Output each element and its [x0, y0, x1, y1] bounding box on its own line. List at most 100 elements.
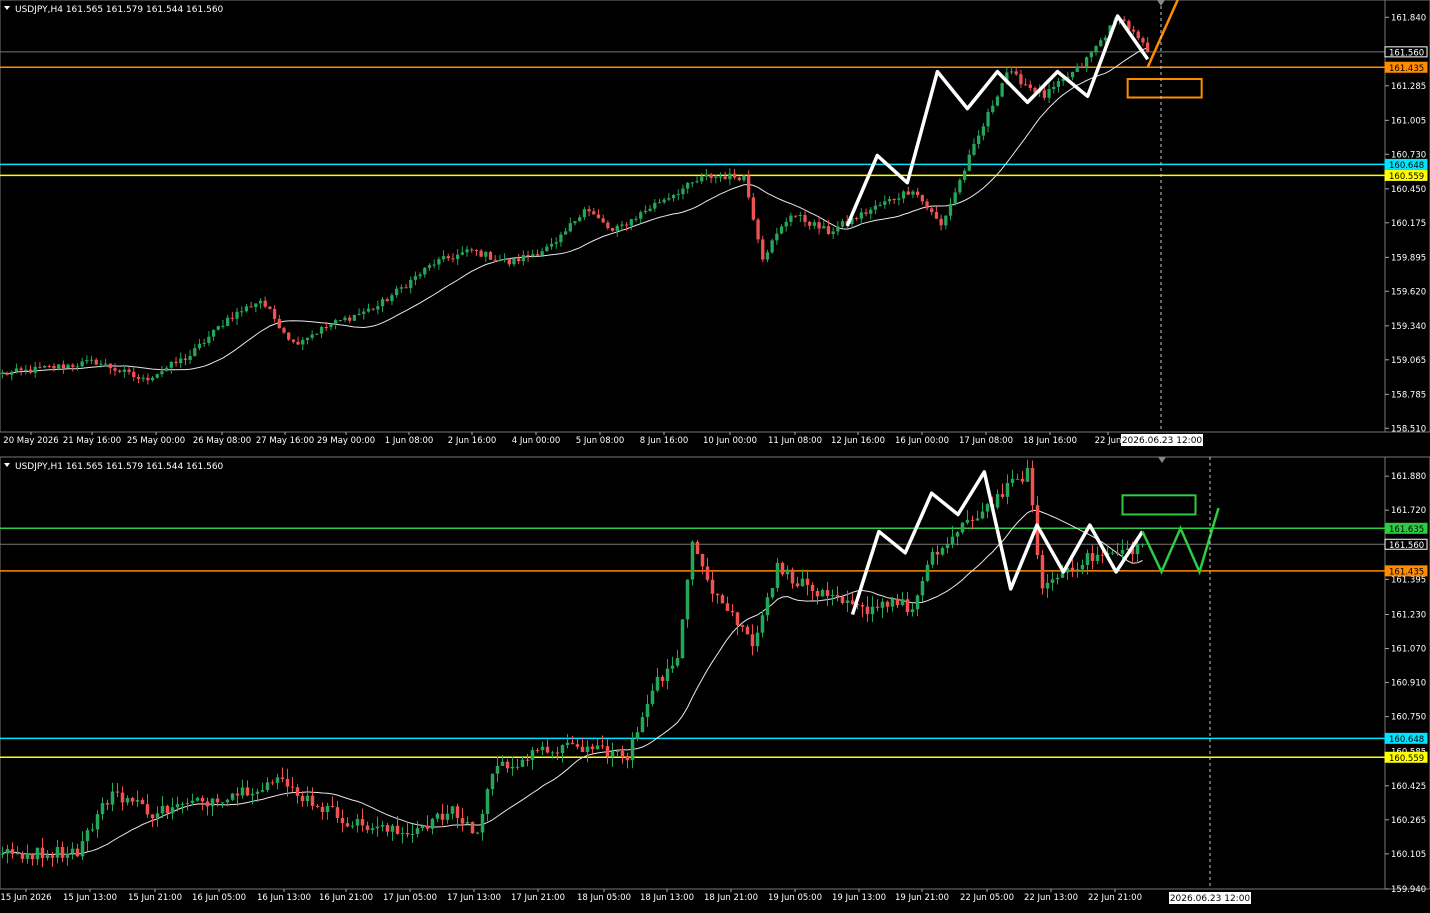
h1-candle-body: [1050, 579, 1055, 583]
h4-candle-body: [1136, 31, 1140, 39]
h1-candle-body: [350, 825, 355, 827]
h1-candle-body: [70, 848, 75, 854]
h4-candle-body: [24, 369, 28, 371]
h1-panel[interactable]: 161.880161.720161.395161.230161.070160.9…: [0, 456, 1430, 904]
h4-candle-body: [28, 369, 33, 373]
h4-candle-body: [671, 195, 676, 199]
h4-candle-body: [338, 320, 342, 322]
h1-candle-body: [260, 790, 265, 792]
h1-candle-body: [935, 552, 940, 555]
h4-candle-body: [19, 368, 23, 371]
h4-candle-body: [540, 251, 544, 256]
h1-candle-body: [300, 795, 305, 802]
h4-candle-body: [610, 228, 615, 231]
h4-tick-label: 159.620: [1391, 287, 1426, 297]
h4-candle-body: [456, 254, 460, 260]
h1-candle-body: [1140, 544, 1145, 546]
h4-candle-body: [526, 255, 530, 257]
h4-candle-body: [183, 358, 188, 360]
h1-candle-body: [245, 787, 250, 796]
h1-candle-body: [675, 658, 680, 666]
h1-time-label: 18 Jun 05:00: [577, 893, 631, 903]
h4-candle-body: [394, 288, 399, 296]
h4-candle-body: [282, 328, 286, 333]
h4-candle-body: [981, 126, 986, 136]
h4-panel[interactable]: 161.840 161.285 161.005 160.730 160.450 160.1…: [0, 0, 1430, 446]
h1-candle-body: [815, 591, 820, 597]
h4-candle-body: [601, 218, 605, 223]
h4-candle-body: [911, 191, 915, 195]
h4-candle-body: [756, 219, 760, 240]
h4-candle-body: [319, 326, 324, 334]
h1-candle-body: [0, 853, 5, 855]
h1-candle-body: [830, 595, 835, 597]
h1-candle-body: [110, 791, 115, 805]
h4-candle-body: [704, 174, 709, 177]
h4-candle-body: [897, 198, 901, 200]
h1-candle-body: [910, 609, 915, 613]
h1-candle-body: [995, 494, 1000, 508]
h1-candle-body: [760, 615, 765, 633]
h1-candle-body: [780, 562, 785, 575]
h4-candle-body: [563, 231, 568, 235]
h4-candle-body: [418, 274, 422, 277]
h1-candle-body: [530, 750, 535, 760]
h4-candle-body: [765, 252, 770, 260]
h4-candle-body: [930, 208, 934, 213]
h1-candle-body: [170, 807, 175, 814]
h4-candle-body: [817, 222, 821, 229]
h4-candle-body: [5, 372, 9, 375]
h4-tick-label: 160.730: [1391, 150, 1426, 160]
h1-tick-label: 161.880: [1391, 472, 1426, 482]
h4-candle-body: [761, 239, 765, 260]
h4-candle-body: [559, 234, 563, 243]
h1-candle-body: [905, 599, 910, 613]
h4-time-label: 25 May 00:00: [127, 436, 185, 446]
h4-candle-body: [718, 176, 723, 178]
h4-candle-body: [643, 210, 648, 213]
h1-candle-body: [955, 532, 960, 537]
h1-candle-body: [95, 814, 100, 830]
h4-candle-body: [348, 317, 352, 321]
h1-candle-body: [155, 813, 160, 819]
h1-candle-body: [685, 579, 690, 620]
h1-candle-body: [180, 803, 185, 805]
h1-candle-body: [60, 846, 65, 858]
h4-candle-body: [1084, 57, 1089, 67]
h4-candle-body: [42, 366, 47, 368]
h1-candle-body: [285, 779, 290, 787]
h1-candle-body: [190, 800, 195, 803]
h4-time-label: 10 Jun 00:00: [703, 436, 757, 446]
h1-candle-body: [150, 814, 155, 819]
h4-candle-body: [953, 192, 957, 204]
h4-candle-body: [1070, 71, 1075, 78]
h4-candle-body: [132, 371, 136, 378]
h4-candle-body: [357, 313, 361, 315]
h4-time-label: 29 May 00:00: [317, 436, 375, 446]
h1-candle-body: [765, 597, 770, 616]
h1-time-label: 15 Jun 21:00: [128, 893, 182, 903]
h4-candle-body: [202, 343, 206, 345]
h1-candle-body: [770, 587, 775, 598]
h4-candle-body: [437, 259, 441, 265]
h4-candle-body: [1089, 52, 1093, 58]
h4-candle-body: [1122, 19, 1126, 21]
h1-candle-body: [185, 802, 190, 804]
h1-candle-body: [785, 569, 790, 575]
h4-candle-body: [460, 252, 464, 255]
h1-candle-body: [480, 813, 485, 833]
h4-candle-body: [1146, 42, 1150, 52]
h1-candle-body: [345, 823, 350, 827]
h1-candle-body: [255, 791, 260, 794]
h4-candle-body: [620, 224, 624, 226]
h1-tick-label: 160.425: [1391, 782, 1426, 792]
h4-candle-body: [75, 366, 80, 368]
h4-candle-body: [197, 343, 202, 349]
h4-candle-body: [71, 364, 75, 367]
h1-candle-body: [120, 792, 125, 803]
h1-candle-body: [360, 819, 365, 826]
h1-candle-body: [580, 746, 585, 753]
h4-candle-body: [779, 226, 784, 234]
h4-candle-body: [854, 217, 859, 219]
h1-candle-body: [585, 746, 590, 753]
